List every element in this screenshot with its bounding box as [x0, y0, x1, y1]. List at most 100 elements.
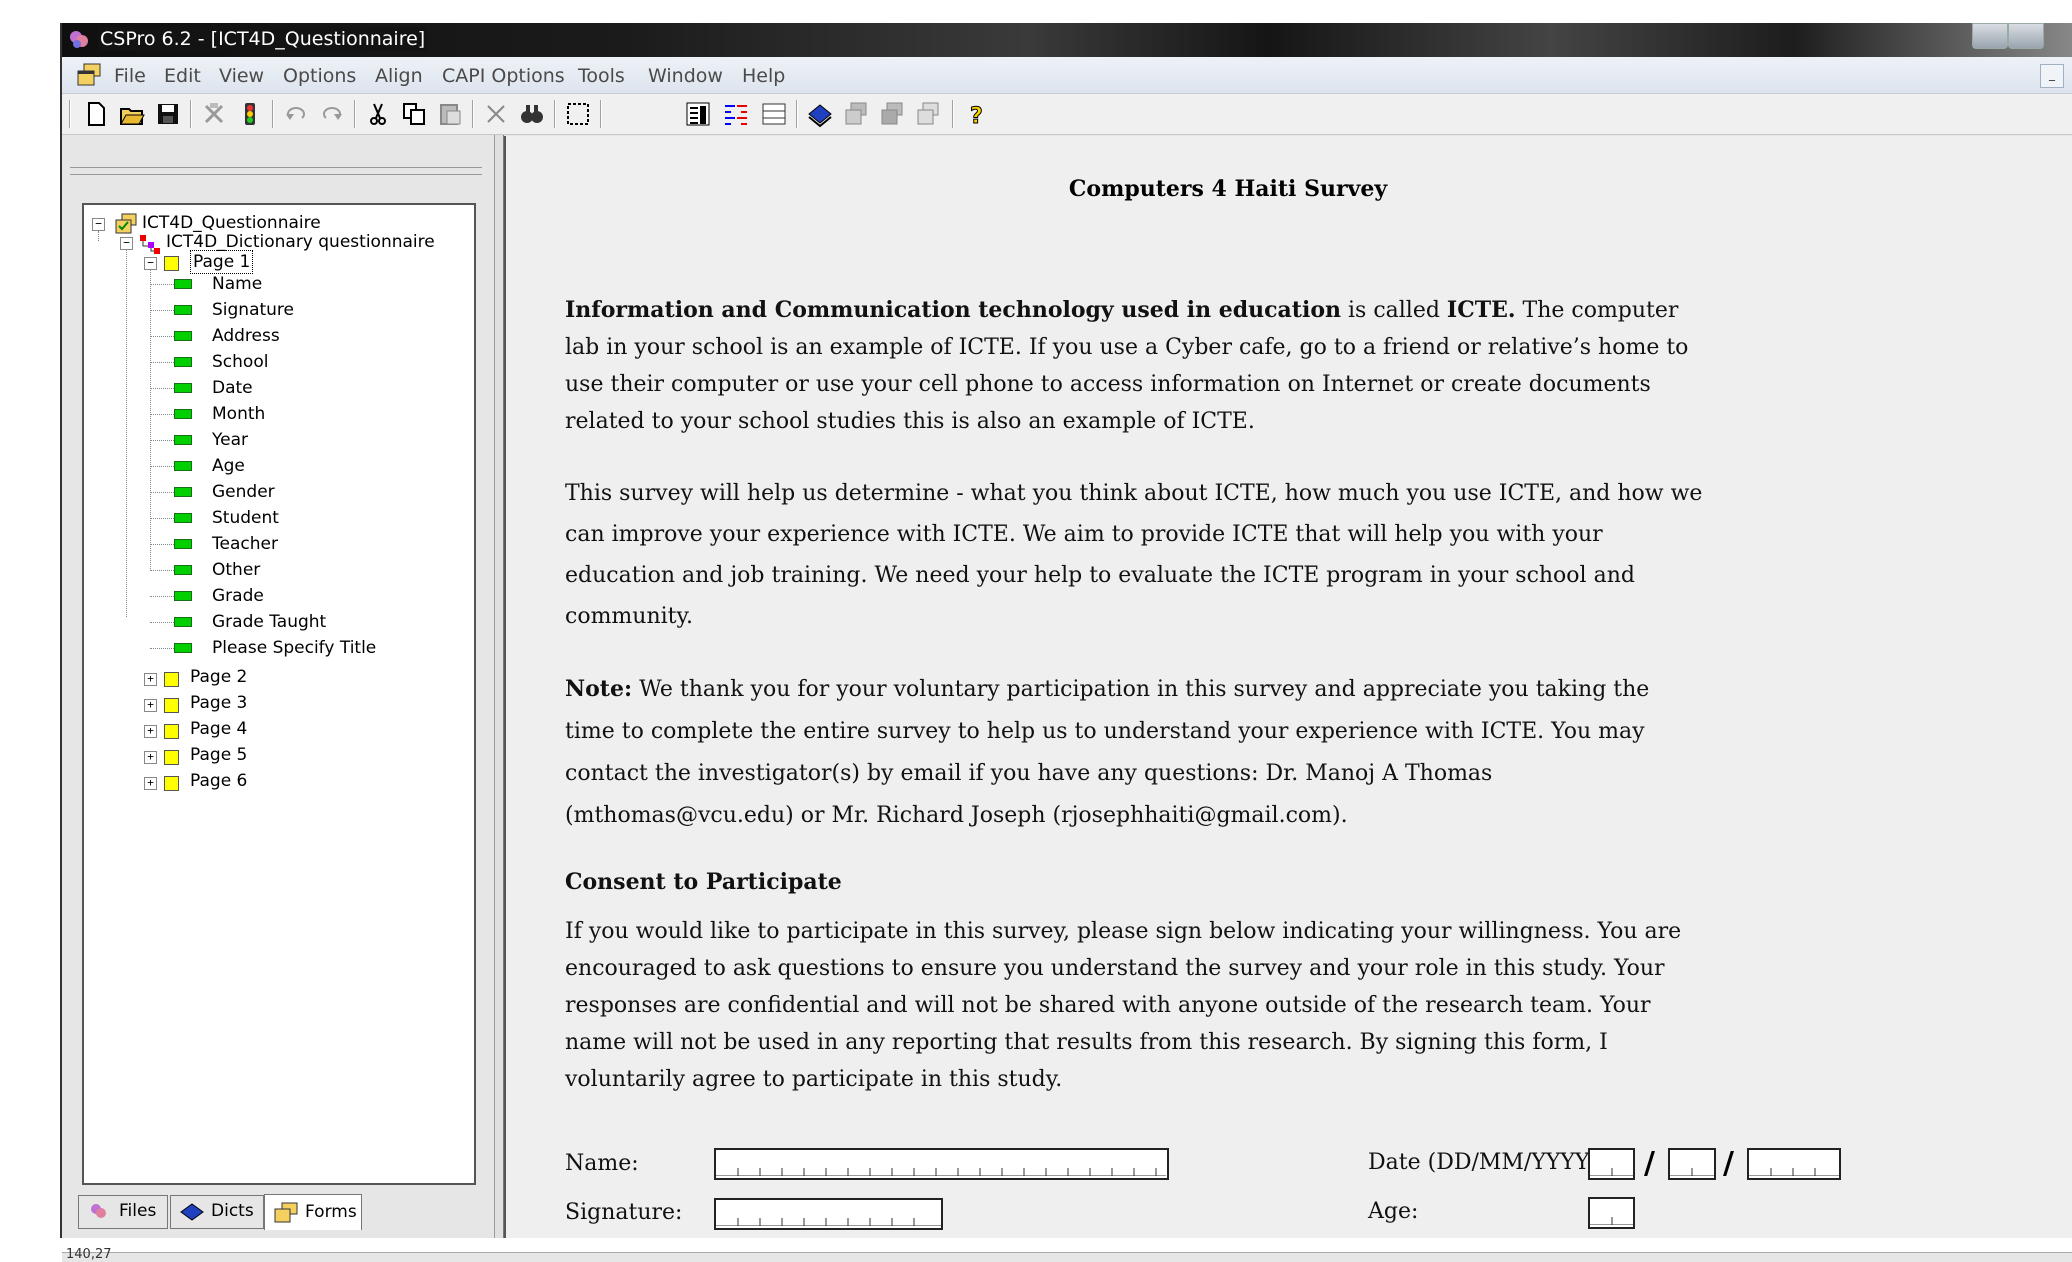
- tree-item-student[interactable]: Student: [212, 507, 279, 529]
- tree-item-signature[interactable]: Signature: [212, 299, 294, 321]
- page-icon: [164, 698, 179, 713]
- tree-page-6[interactable]: Page 6: [190, 770, 247, 792]
- tree-item-name[interactable]: Name: [212, 273, 262, 295]
- undo-icon[interactable]: [282, 100, 310, 128]
- tree-page-1[interactable]: Page 1: [190, 250, 254, 274]
- tab-order-icon[interactable]: [722, 100, 750, 128]
- toolbar-separator: [472, 100, 474, 128]
- tree-item-grade[interactable]: Grade: [212, 585, 264, 607]
- open-icon[interactable]: [118, 100, 146, 128]
- tree-page-3[interactable]: Page 3: [190, 692, 247, 714]
- forms-icon: [274, 1202, 298, 1223]
- menu-file[interactable]: File: [114, 65, 146, 87]
- window-title: CSPro 6.2 - [ICT4D_Questionnaire]: [98, 27, 428, 51]
- grid-icon[interactable]: [760, 100, 788, 128]
- menu-capi-options[interactable]: CAPI Options: [442, 65, 565, 87]
- expand-page2-icon[interactable]: +: [144, 673, 157, 686]
- tree-item-gender[interactable]: Gender: [212, 481, 275, 503]
- page-icon: [164, 776, 179, 791]
- expand-page6-icon[interactable]: +: [144, 777, 157, 790]
- date-separator-1: /: [1644, 1146, 1655, 1181]
- copy-icon[interactable]: [400, 100, 428, 128]
- expand-page3-icon[interactable]: +: [144, 699, 157, 712]
- tab-dicts[interactable]: Dicts: [170, 1195, 264, 1229]
- save-icon[interactable]: [154, 100, 182, 128]
- run-icon[interactable]: [236, 100, 264, 128]
- app-window: CSPro 6.2 - [ICT4D_Questionnaire] File E…: [60, 23, 2072, 1262]
- form2-icon[interactable]: [878, 100, 906, 128]
- date-separator-2: /: [1723, 1146, 1734, 1181]
- tree-item-date[interactable]: Date: [212, 377, 253, 399]
- tree-item-other[interactable]: Other: [212, 559, 260, 581]
- tree-page-5[interactable]: Page 5: [190, 744, 247, 766]
- tree-item-address[interactable]: Address: [212, 325, 280, 347]
- page-icon: [164, 724, 179, 739]
- tab-files-label: Files: [119, 1201, 157, 1221]
- signature-field-ticks: [716, 1218, 941, 1226]
- help-icon[interactable]: ?: [962, 100, 990, 129]
- toolbar: ?: [62, 94, 2072, 135]
- signature-field[interactable]: [714, 1198, 943, 1230]
- expand-page4-icon[interactable]: +: [144, 725, 157, 738]
- mdi-window-icon[interactable]: [76, 63, 102, 87]
- date-day-field[interactable]: [1588, 1148, 1635, 1180]
- menu-tools[interactable]: Tools: [578, 65, 625, 87]
- pane-divider: [70, 167, 482, 175]
- date-month-field[interactable]: [1668, 1148, 1716, 1180]
- tree-item-grade-taught[interactable]: Grade Taught: [212, 611, 326, 633]
- layout-icon[interactable]: [684, 100, 712, 128]
- age-field[interactable]: [1588, 1197, 1635, 1229]
- tab-files[interactable]: Files: [78, 1195, 168, 1229]
- tree-page-2[interactable]: Page 2: [190, 666, 247, 688]
- tab-forms[interactable]: Forms: [264, 1194, 362, 1230]
- expand-page5-icon[interactable]: +: [144, 751, 157, 764]
- redo-icon[interactable]: [318, 100, 346, 128]
- date-year-field[interactable]: [1747, 1148, 1841, 1180]
- field-icon: [174, 487, 192, 497]
- select-all-icon[interactable]: [564, 100, 592, 128]
- cut-icon[interactable]: [364, 100, 392, 128]
- form-title: Computers 4 Haiti Survey: [1068, 176, 1388, 202]
- menu-window[interactable]: Window: [648, 65, 723, 87]
- menu-align[interactable]: Align: [375, 65, 423, 87]
- menu-bar: File Edit View Options Align CAPI Option…: [62, 57, 2072, 94]
- tree-item-teacher[interactable]: Teacher: [212, 533, 278, 555]
- tree-line: [150, 466, 174, 467]
- maximize-button[interactable]: [2008, 23, 2044, 49]
- menu-options[interactable]: Options: [283, 65, 356, 87]
- tree-item-please-specify-title[interactable]: Please Specify Title: [212, 637, 376, 659]
- toolbar-separator: [600, 100, 602, 128]
- tree-item-year[interactable]: Year: [212, 429, 248, 451]
- generate-icon[interactable]: [200, 100, 228, 128]
- title-bar[interactable]: CSPro 6.2 - [ICT4D_Questionnaire]: [62, 23, 2072, 57]
- toolbar-separator: [190, 100, 192, 128]
- pane-splitter[interactable]: [494, 135, 504, 1238]
- find-icon[interactable]: [518, 100, 546, 128]
- name-field[interactable]: [714, 1148, 1169, 1180]
- menu-edit[interactable]: Edit: [164, 65, 201, 87]
- collapse-page1-icon[interactable]: −: [144, 257, 157, 270]
- form-icon[interactable]: [842, 100, 870, 128]
- delete-icon[interactable]: [482, 100, 510, 128]
- signature-label: Signature:: [565, 1200, 683, 1225]
- minimize-button[interactable]: [1972, 23, 2008, 49]
- tree-item-month[interactable]: Month: [212, 403, 265, 425]
- intro-bold-1: Information and Communication technology…: [565, 297, 1341, 323]
- tree-line: [150, 336, 174, 337]
- menu-help[interactable]: Help: [742, 65, 785, 87]
- date-day-ticks: [1590, 1168, 1634, 1176]
- intro-bold-2: ICTE.: [1446, 297, 1516, 323]
- collapse-root-icon[interactable]: −: [92, 218, 105, 231]
- paste-icon[interactable]: [436, 100, 464, 128]
- page-icon: [164, 256, 179, 271]
- menu-view[interactable]: View: [219, 65, 264, 87]
- dictionary-icon[interactable]: [806, 100, 834, 128]
- tree-item-school[interactable]: School: [212, 351, 268, 373]
- form3-icon[interactable]: [914, 100, 942, 128]
- tree-item-age[interactable]: Age: [212, 455, 245, 477]
- intro-paragraph: Information and Communication technology…: [565, 292, 1705, 440]
- tree-page-4[interactable]: Page 4: [190, 718, 247, 740]
- dicts-icon: [180, 1203, 204, 1221]
- new-icon[interactable]: [82, 100, 110, 128]
- mdi-minimize-button[interactable]: _: [2040, 64, 2064, 88]
